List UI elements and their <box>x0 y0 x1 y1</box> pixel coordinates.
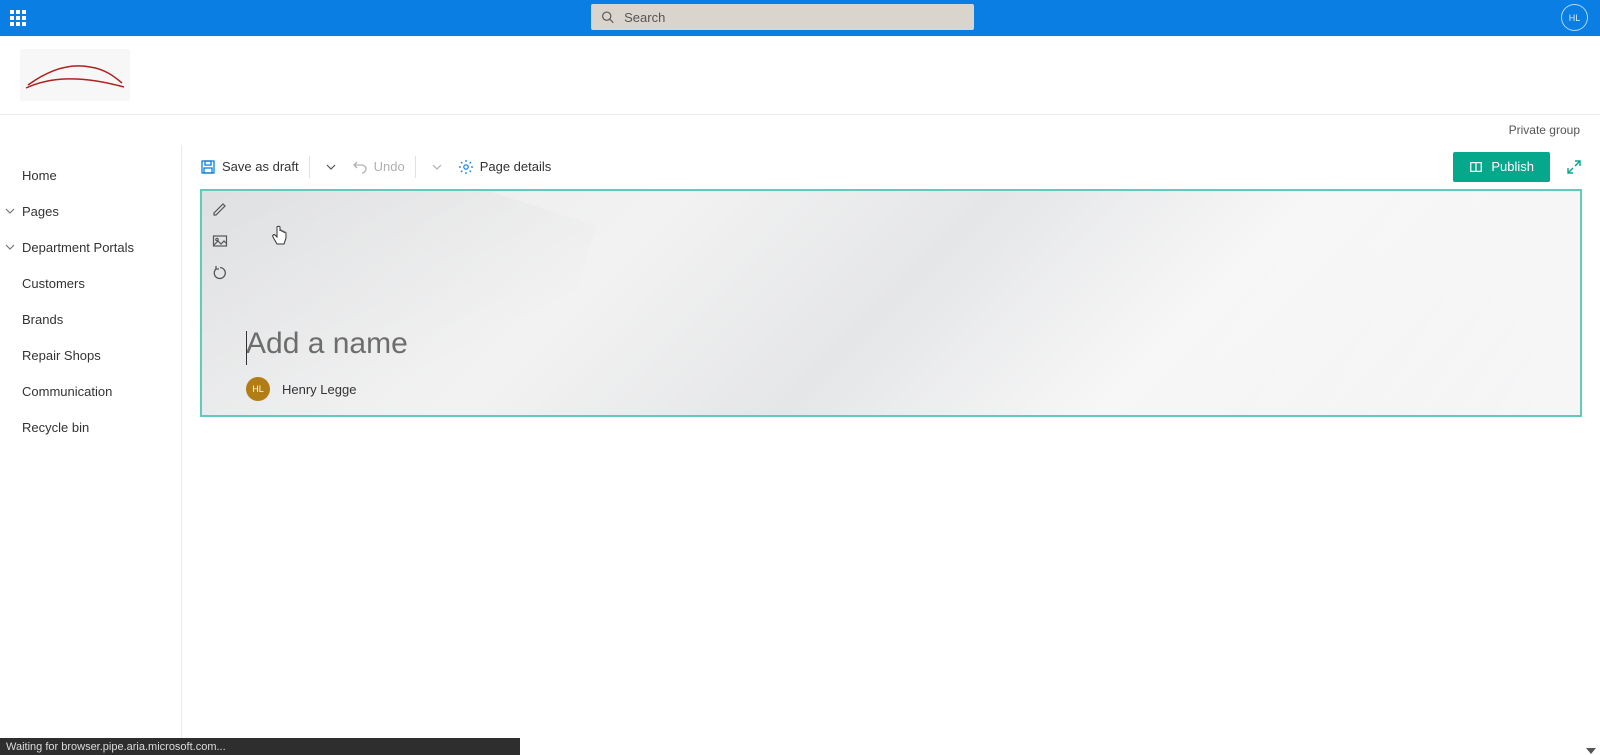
search-box[interactable] <box>591 4 974 30</box>
search-icon <box>601 10 614 24</box>
site-header <box>0 36 1600 115</box>
page-details-label: Page details <box>480 159 552 174</box>
chevron-down-icon <box>326 162 336 172</box>
nav-customers[interactable]: Customers <box>0 265 181 301</box>
left-nav: Home Pages Department Portals Customers … <box>0 145 182 755</box>
pencil-icon <box>212 201 228 217</box>
expand-button[interactable] <box>1558 152 1590 182</box>
nav-pages-label: Pages <box>22 204 59 219</box>
page-title-input[interactable] <box>246 327 846 361</box>
user-avatar[interactable]: HL <box>1561 4 1588 31</box>
save-as-draft-label: Save as draft <box>222 159 299 174</box>
author-name[interactable]: Henry Legge <box>282 382 356 397</box>
status-text: Waiting for browser.pipe.aria.microsoft.… <box>6 741 226 753</box>
waffle-icon <box>10 10 26 26</box>
edit-layout-button[interactable] <box>208 197 232 221</box>
command-bar: Save as draft Undo Page details Publish <box>182 145 1600 189</box>
author-avatar[interactable]: HL <box>246 377 270 401</box>
nav-brands[interactable]: Brands <box>0 301 181 337</box>
expand-icon <box>1567 160 1581 174</box>
publish-icon <box>1469 160 1483 174</box>
publish-button[interactable]: Publish <box>1453 152 1550 182</box>
nav-repair-shops[interactable]: Repair Shops <box>0 337 181 373</box>
page-canvas: HL Henry Legge <box>182 189 1600 417</box>
pointer-cursor-icon <box>270 225 288 247</box>
change-image-button[interactable] <box>208 229 232 253</box>
nav-home[interactable]: Home <box>0 157 181 193</box>
nav-pages[interactable]: Pages <box>0 193 181 229</box>
scroll-caret-icon[interactable] <box>1586 743 1596 753</box>
app-launcher[interactable] <box>0 0 36 36</box>
nav-communication[interactable]: Communication <box>0 373 181 409</box>
undo-label: Undo <box>374 159 405 174</box>
page-details-button[interactable]: Page details <box>450 145 560 188</box>
site-logo[interactable] <box>20 49 130 101</box>
save-icon <box>200 159 216 175</box>
nav-recycle-bin[interactable]: Recycle bin <box>0 409 181 445</box>
title-area[interactable]: HL Henry Legge <box>200 189 1582 417</box>
undo-icon <box>352 159 368 175</box>
title-edit-tools <box>208 197 234 285</box>
separator <box>415 156 416 178</box>
chevron-down-icon <box>4 241 16 253</box>
browser-status-bar: Waiting for browser.pipe.aria.microsoft.… <box>0 738 520 755</box>
search-input[interactable] <box>624 10 964 25</box>
chevron-down-icon <box>4 205 16 217</box>
undo-dropdown[interactable] <box>418 145 450 188</box>
image-icon <box>212 233 228 249</box>
chevron-down-icon <box>432 162 442 172</box>
save-as-draft-button[interactable]: Save as draft <box>192 145 307 188</box>
author-row: HL Henry Legge <box>246 377 356 401</box>
text-caret <box>246 331 247 365</box>
group-type-line: Private group <box>0 115 1600 145</box>
save-as-draft-dropdown[interactable] <box>312 145 344 188</box>
publish-label: Publish <box>1491 159 1534 174</box>
page-body: Save as draft Undo Page details Publish <box>182 145 1600 755</box>
reset-button[interactable] <box>208 261 232 285</box>
nav-department-portals[interactable]: Department Portals <box>0 229 181 265</box>
reset-icon <box>212 265 228 281</box>
undo-button[interactable]: Undo <box>344 145 413 188</box>
suite-bar: HL <box>0 0 1600 36</box>
group-type-text: Private group <box>1509 123 1580 137</box>
nav-department-portals-label: Department Portals <box>22 240 134 255</box>
separator <box>309 156 310 178</box>
gear-icon <box>458 159 474 175</box>
